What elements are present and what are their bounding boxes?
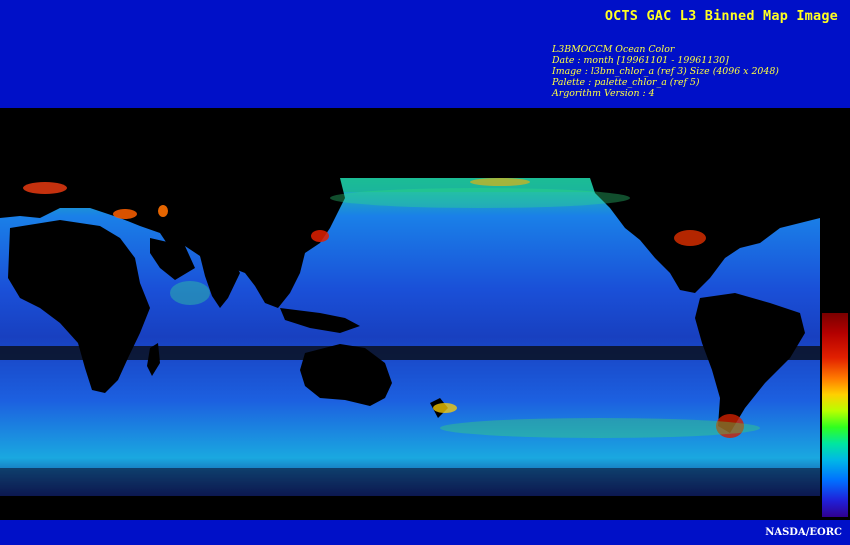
north-pacific-green [330,188,630,208]
map-title: OCTS GAC L3 Binned Map Image [604,8,838,24]
southern-ocean-green [440,418,760,438]
meta-product-line: L3BMOCCM Ocean Color [552,44,675,55]
meta-palette-line: Palette : palette_chlor_a (ref 5) [552,77,700,88]
map-area [0,108,850,520]
credit-label: NASDA/EORC [765,527,842,538]
nz-bloom [433,403,457,413]
meta-date-line: Date : month [19961101 - 19961130] [552,55,729,66]
arabian-sea-green [170,281,210,305]
southern-edge [0,468,820,496]
bering-bloom [470,178,530,186]
us-east-bloom [674,230,706,246]
japan-bloom [311,230,329,242]
europe-bloom [23,182,67,194]
chlorophyll-map [0,178,850,520]
meta-algorithm-line: Argorithm Version : 4 [552,88,655,99]
footer-banner: NASDA/EORC [0,520,850,545]
header-banner: OCTS GAC L3 Binned Map Image L3BMOCCM Oc… [0,0,850,108]
chlorophyll-colorbar [822,313,848,517]
meta-image-line: Image : l3bm_chlor_a (ref 3) Size (4096 … [552,66,779,77]
metadata-block: L3BMOCCM Ocean Color Date : month [19961… [552,44,779,99]
baltic-bloom [113,209,137,219]
caspian-bloom [158,205,168,217]
antarctica-landmass [0,496,850,520]
